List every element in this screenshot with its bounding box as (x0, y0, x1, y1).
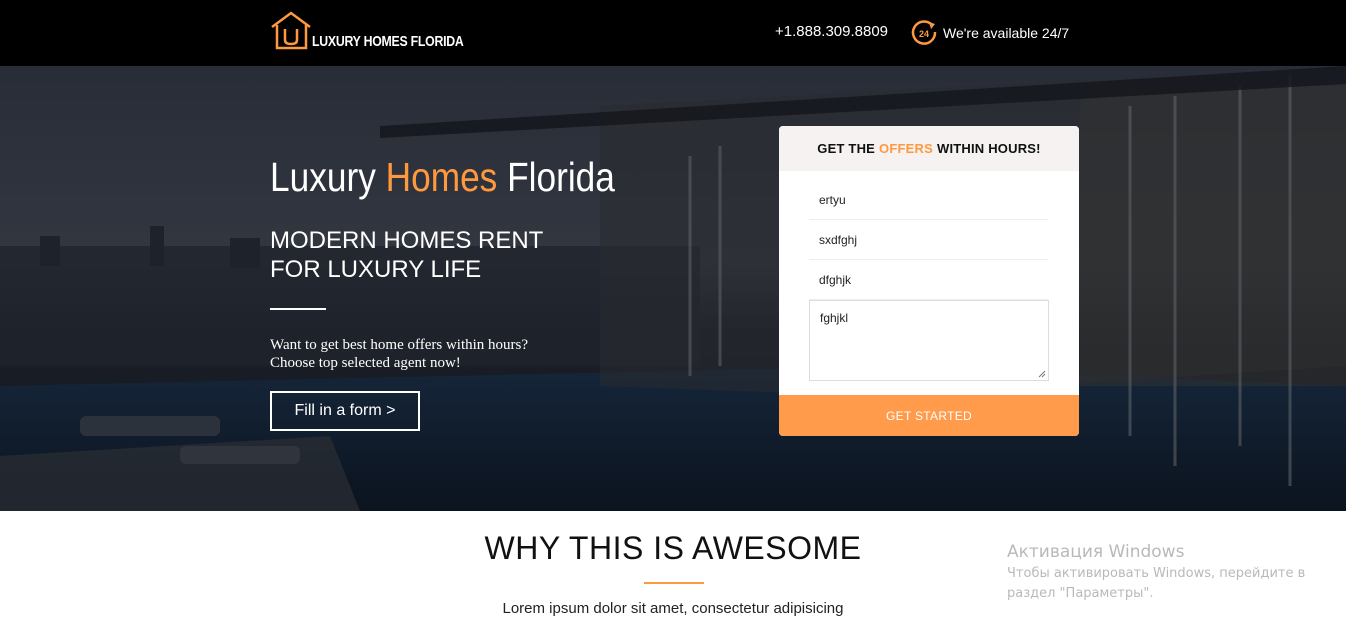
hero-subtitle-line1: MODERN HOMES RENT (270, 227, 544, 254)
offer-form: GET THE OFFERS WITHIN HOURS! ertyu sxdfg… (779, 126, 1079, 436)
get-started-button[interactable]: GET STARTED (779, 395, 1079, 436)
top-bar: LUXURY HOMES FLORIDA +1.888.309.8809 24 … (0, 0, 1346, 66)
hero-section: Luxury Homes Florida MODERN HOMES RENT F… (0, 66, 1346, 511)
resize-grip-icon[interactable] (1038, 370, 1046, 378)
availability: 24 We're available 24/7 (910, 19, 1069, 47)
form-heading-part2: WITHIN HOURS! (936, 141, 1041, 156)
watermark-line3: раздел "Параметры". (1007, 586, 1154, 601)
logo-text: LUXURY HOMES FLORIDA (312, 33, 464, 50)
watermark-line2: Чтобы активировать Windows, перейдите в (1007, 566, 1306, 581)
form-heading-part1: GET THE (817, 141, 876, 156)
hero-title-part2: Florida (497, 154, 615, 200)
watermark-text: Чтобы активировать Windows, перейдите в … (1007, 564, 1327, 604)
hero-subtitle: MODERN HOMES RENT FOR LUXURY LIFE (270, 226, 543, 284)
message-textarea[interactable]: fghjkl (809, 300, 1049, 381)
availability-text: We're available 24/7 (943, 25, 1070, 41)
hero-subtitle-line2: FOR LUXURY LIFE (270, 256, 482, 283)
hero-title-accent: Homes (385, 154, 498, 200)
form-heading-accent: OFFERS (879, 141, 933, 156)
hero-title: Luxury Homes Florida (270, 154, 615, 201)
hero-description: Want to get best home offers within hour… (270, 336, 528, 372)
hero-desc-line2: Choose top selected agent now! (270, 355, 461, 371)
clock-24-icon: 24 (911, 20, 937, 45)
house-logo-icon (271, 11, 311, 50)
message-value: fghjkl (820, 311, 849, 325)
name-field[interactable]: ertyu (809, 180, 1048, 220)
hero-background-image (0, 66, 1346, 511)
clock-badge-text: 24 (919, 29, 929, 39)
phone-field[interactable]: dfghjk (809, 260, 1048, 300)
watermark-title: Активация Windows (1007, 542, 1185, 562)
email-field[interactable]: sxdfghj (809, 220, 1048, 260)
site-logo[interactable]: LUXURY HOMES FLORIDA (270, 11, 497, 51)
phone-number[interactable]: +1.888.309.8809 (775, 23, 888, 40)
section-divider (644, 582, 704, 584)
hero-divider (270, 308, 326, 310)
hero-desc-line1: Want to get best home offers within hour… (270, 337, 529, 353)
windows-activation-watermark: Активация Windows Чтобы активировать Win… (1007, 542, 1327, 604)
hero-title-part1: Luxury (270, 154, 386, 200)
form-heading: GET THE OFFERS WITHIN HOURS! (779, 126, 1079, 171)
fill-form-button[interactable]: Fill in a form > (270, 391, 420, 431)
